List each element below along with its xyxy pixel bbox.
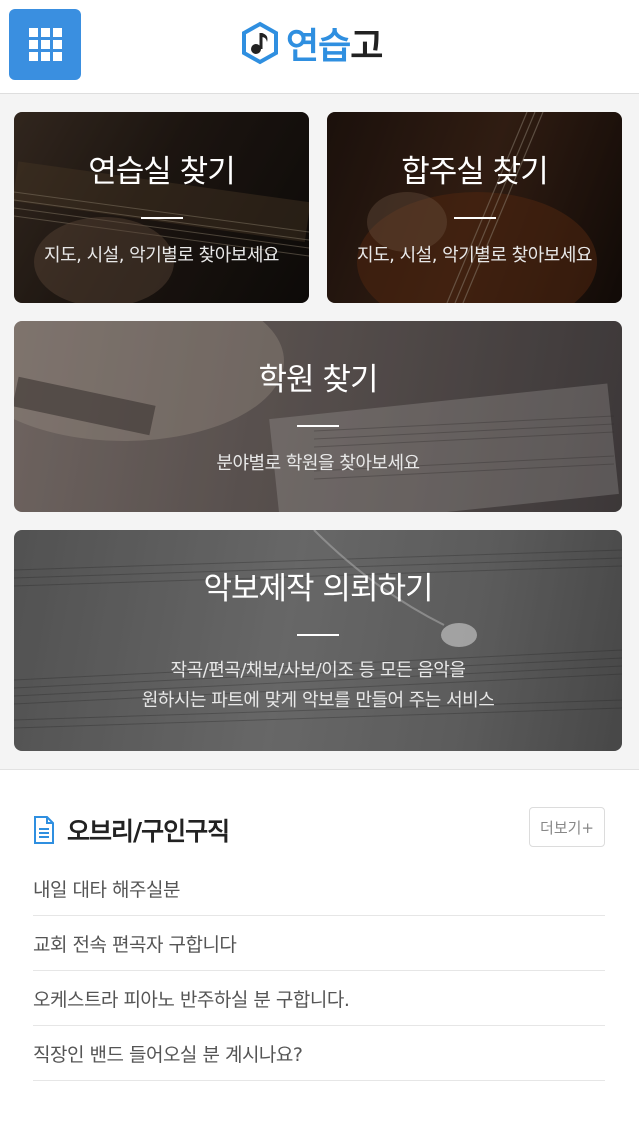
card-subtitle: 작곡/편곡/채보/사보/이조 등 모든 음악을 원하시는 파트에 맞게 악보를 … (142, 656, 495, 716)
card-subtitle-line: 작곡/편곡/채보/사보/이조 등 모든 음악을 (170, 660, 466, 681)
card-subtitle: 분야별로 학원을 찾아보세요 (216, 453, 420, 474)
app-logo[interactable]: 연습고 (240, 17, 383, 69)
card-subtitle: 지도, 시설, 악기별로 찾아보세요 (357, 245, 592, 266)
section-header: 오브리/구인구직 (33, 812, 230, 848)
card-subtitle-line: 원하시는 파트에 맞게 악보를 만들어 주는 서비스 (141, 690, 495, 711)
ensemble-room-card[interactable]: 합주실 찾기 지도, 시설, 악기별로 찾아보세요 (327, 112, 622, 303)
practice-room-card[interactable]: 연습실 찾기 지도, 시설, 악기별로 찾아보세요 (14, 112, 309, 303)
logo-text-part1: 연습 (286, 26, 351, 67)
card-title: 합주실 찾기 (401, 154, 548, 190)
card-title: 악보제작 의뢰하기 (203, 571, 433, 607)
divider (453, 217, 496, 219)
card-title: 연습실 찾기 (88, 154, 235, 190)
more-button[interactable]: 더보기+ (529, 807, 605, 847)
list-item[interactable]: 오케스트라 피아노 반주하실 분 구합니다. (33, 971, 605, 1026)
list-item[interactable]: 내일 대타 해주실분 (33, 861, 605, 916)
logo-text-part2: 고 (350, 26, 383, 67)
divider (297, 634, 339, 636)
card-title: 학원 찾기 (258, 362, 379, 398)
list-item[interactable]: 직장인 밴드 들어오실 분 계시나요? (33, 1026, 605, 1081)
card-subtitle: 지도, 시설, 악기별로 찾아보세요 (44, 245, 279, 266)
score-request-card[interactable]: 악보제작 의뢰하기 작곡/편곡/채보/사보/이조 등 모든 음악을 원하시는 파… (14, 530, 622, 751)
music-note-logo-icon (242, 21, 278, 65)
academy-card[interactable]: 학원 찾기 분야별로 학원을 찾아보세요 (14, 321, 622, 512)
logo-text: 연습고 (286, 17, 383, 69)
grid-menu-icon (28, 28, 62, 61)
divider (140, 217, 183, 219)
post-list: 내일 대타 해주실분 교회 전속 편곡자 구합니다 오케스트라 피아노 반주하실… (33, 861, 605, 1081)
document-icon (34, 816, 54, 844)
section-title: 오브리/구인구직 (67, 817, 230, 846)
job-board-section: 오브리/구인구직 더보기+ 내일 대타 해주실분 교회 전속 편곡자 구합니다 … (0, 769, 639, 1136)
divider (297, 425, 339, 427)
menu-button[interactable] (9, 9, 81, 80)
list-item[interactable]: 교회 전속 편곡자 구합니다 (33, 916, 605, 971)
app-header: 연습고 (0, 0, 639, 94)
